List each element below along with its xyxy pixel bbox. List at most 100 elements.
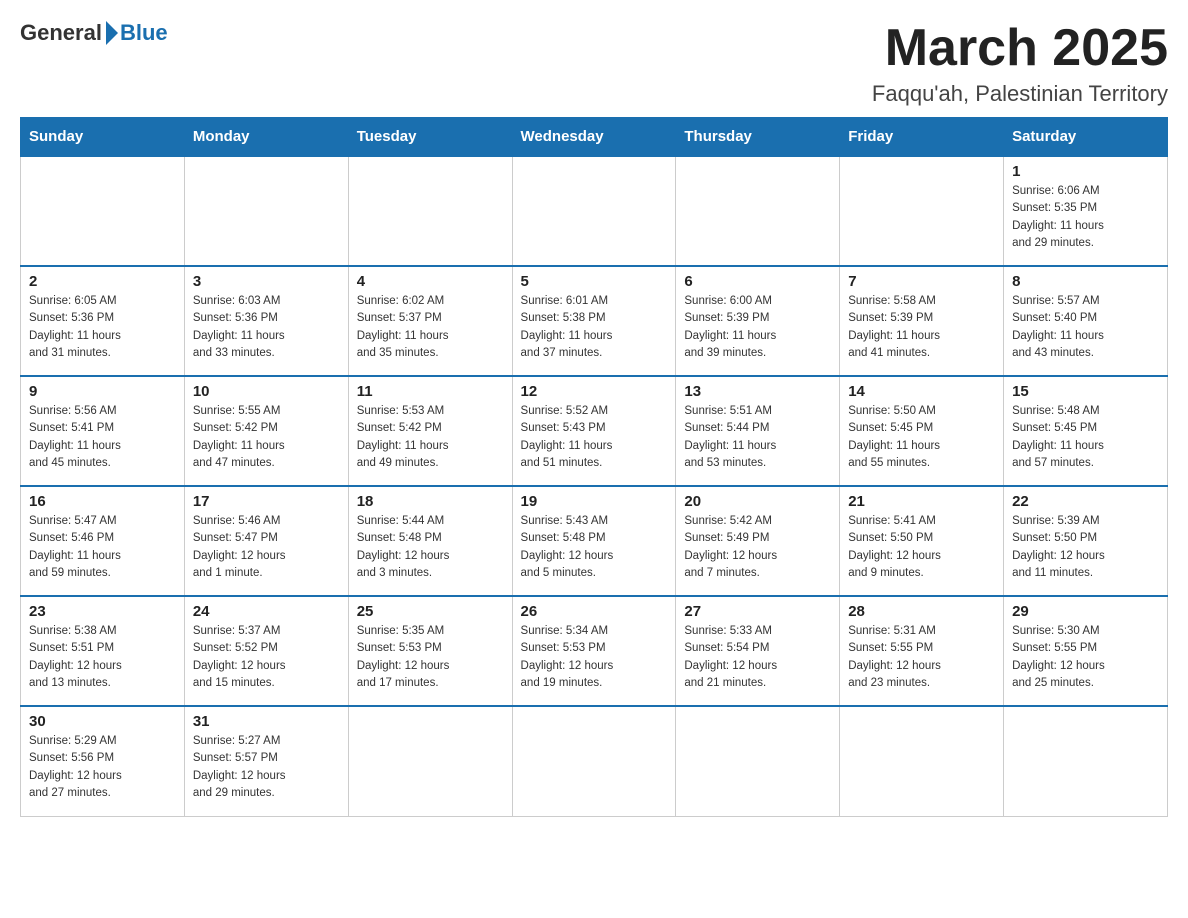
day-number: 13 [684, 383, 831, 400]
day-number: 28 [848, 603, 995, 620]
calendar-cell: 9Sunrise: 5:56 AM Sunset: 5:41 PM Daylig… [21, 376, 185, 486]
day-info: Sunrise: 6:00 AM Sunset: 5:39 PM Dayligh… [684, 293, 831, 362]
day-number: 25 [357, 603, 504, 620]
day-number: 8 [1012, 273, 1159, 290]
day-info: Sunrise: 5:42 AM Sunset: 5:49 PM Dayligh… [684, 513, 831, 582]
calendar-week-row: 30Sunrise: 5:29 AM Sunset: 5:56 PM Dayli… [21, 706, 1168, 816]
calendar-cell: 25Sunrise: 5:35 AM Sunset: 5:53 PM Dayli… [348, 596, 512, 706]
day-info: Sunrise: 6:06 AM Sunset: 5:35 PM Dayligh… [1012, 183, 1159, 252]
day-info: Sunrise: 5:44 AM Sunset: 5:48 PM Dayligh… [357, 513, 504, 582]
day-number: 31 [193, 713, 340, 730]
calendar-cell [676, 156, 840, 266]
day-number: 3 [193, 273, 340, 290]
calendar-cell [21, 156, 185, 266]
day-info: Sunrise: 5:39 AM Sunset: 5:50 PM Dayligh… [1012, 513, 1159, 582]
day-number: 17 [193, 493, 340, 510]
day-info: Sunrise: 5:34 AM Sunset: 5:53 PM Dayligh… [521, 623, 668, 692]
day-number: 30 [29, 713, 176, 730]
calendar-cell: 24Sunrise: 5:37 AM Sunset: 5:52 PM Dayli… [184, 596, 348, 706]
day-info: Sunrise: 6:01 AM Sunset: 5:38 PM Dayligh… [521, 293, 668, 362]
logo-blue-text: Blue [120, 20, 168, 46]
day-info: Sunrise: 5:41 AM Sunset: 5:50 PM Dayligh… [848, 513, 995, 582]
day-info: Sunrise: 5:55 AM Sunset: 5:42 PM Dayligh… [193, 403, 340, 472]
calendar-cell [512, 706, 676, 816]
calendar-cell: 18 Sunrise: 5:44 AM Sunset: 5:48 PM Dayli… [348, 486, 512, 596]
day-info: Sunrise: 5:38 AM Sunset: 5:51 PM Dayligh… [29, 623, 176, 692]
day-number: 21 [848, 493, 995, 510]
day-info: Sunrise: 5:51 AM Sunset: 5:44 PM Dayligh… [684, 403, 831, 472]
weekday-header-friday: Friday [840, 118, 1004, 157]
calendar-cell [184, 156, 348, 266]
calendar-cell: 5 Sunrise: 6:01 AM Sunset: 5:38 PM Daylig… [512, 266, 676, 376]
day-info: Sunrise: 5:50 AM Sunset: 5:45 PM Dayligh… [848, 403, 995, 472]
calendar-table: SundayMondayTuesdayWednesdayThursdayFrid… [20, 117, 1168, 817]
calendar-cell [348, 706, 512, 816]
calendar-cell: 27 Sunrise: 5:33 AM Sunset: 5:54 PM Dayli… [676, 596, 840, 706]
calendar-cell: 26Sunrise: 5:34 AM Sunset: 5:53 PM Dayli… [512, 596, 676, 706]
calendar-cell: 1Sunrise: 6:06 AM Sunset: 5:35 PM Daylig… [1004, 156, 1168, 266]
calendar-cell: 21 Sunrise: 5:41 AM Sunset: 5:50 PM Dayli… [840, 486, 1004, 596]
day-number: 4 [357, 273, 504, 290]
calendar-cell: 29 Sunrise: 5:30 AM Sunset: 5:55 PM Dayli… [1004, 596, 1168, 706]
day-info: Sunrise: 5:47 AM Sunset: 5:46 PM Dayligh… [29, 513, 176, 582]
day-number: 27 [684, 603, 831, 620]
day-info: Sunrise: 6:03 AM Sunset: 5:36 PM Dayligh… [193, 293, 340, 362]
calendar-cell: 30Sunrise: 5:29 AM Sunset: 5:56 PM Dayli… [21, 706, 185, 816]
day-info: Sunrise: 5:33 AM Sunset: 5:54 PM Dayligh… [684, 623, 831, 692]
calendar-cell: 28 Sunrise: 5:31 AM Sunset: 5:55 PM Dayli… [840, 596, 1004, 706]
weekday-header-tuesday: Tuesday [348, 118, 512, 157]
weekday-header-saturday: Saturday [1004, 118, 1168, 157]
day-info: Sunrise: 6:05 AM Sunset: 5:36 PM Dayligh… [29, 293, 176, 362]
day-number: 12 [521, 383, 668, 400]
weekday-header-monday: Monday [184, 118, 348, 157]
calendar-cell: 3 Sunrise: 6:03 AM Sunset: 5:36 PM Daylig… [184, 266, 348, 376]
calendar-cell [512, 156, 676, 266]
day-info: Sunrise: 5:52 AM Sunset: 5:43 PM Dayligh… [521, 403, 668, 472]
day-number: 5 [521, 273, 668, 290]
calendar-cell: 31 Sunrise: 5:27 AM Sunset: 5:57 PM Dayli… [184, 706, 348, 816]
day-info: Sunrise: 5:46 AM Sunset: 5:47 PM Dayligh… [193, 513, 340, 582]
calendar-cell: 19 Sunrise: 5:43 AM Sunset: 5:48 PM Dayli… [512, 486, 676, 596]
calendar-cell: 16 Sunrise: 5:47 AM Sunset: 5:46 PM Dayli… [21, 486, 185, 596]
calendar-cell: 11Sunrise: 5:53 AM Sunset: 5:42 PM Dayli… [348, 376, 512, 486]
calendar-cell: 23 Sunrise: 5:38 AM Sunset: 5:51 PM Dayli… [21, 596, 185, 706]
calendar-week-row: 1Sunrise: 6:06 AM Sunset: 5:35 PM Daylig… [21, 156, 1168, 266]
day-number: 16 [29, 493, 176, 510]
day-number: 14 [848, 383, 995, 400]
day-number: 19 [521, 493, 668, 510]
day-number: 15 [1012, 383, 1159, 400]
day-number: 6 [684, 273, 831, 290]
calendar-cell [840, 156, 1004, 266]
day-number: 29 [1012, 603, 1159, 620]
calendar-cell: 8 Sunrise: 5:57 AM Sunset: 5:40 PM Daylig… [1004, 266, 1168, 376]
calendar-cell: 14 Sunrise: 5:50 AM Sunset: 5:45 PM Dayli… [840, 376, 1004, 486]
day-number: 2 [29, 273, 176, 290]
location-title: Faqqu'ah, Palestinian Territory [872, 81, 1168, 107]
day-number: 18 [357, 493, 504, 510]
day-number: 9 [29, 383, 176, 400]
calendar-cell: 10 Sunrise: 5:55 AM Sunset: 5:42 PM Dayli… [184, 376, 348, 486]
month-title: March 2025 [872, 20, 1168, 77]
day-info: Sunrise: 5:58 AM Sunset: 5:39 PM Dayligh… [848, 293, 995, 362]
logo-general-text: General [20, 20, 102, 46]
day-info: Sunrise: 5:37 AM Sunset: 5:52 PM Dayligh… [193, 623, 340, 692]
page-header: General Blue March 2025 Faqqu'ah, Palest… [20, 20, 1168, 107]
calendar-cell: 12 Sunrise: 5:52 AM Sunset: 5:43 PM Dayli… [512, 376, 676, 486]
calendar-cell: 15 Sunrise: 5:48 AM Sunset: 5:45 PM Dayli… [1004, 376, 1168, 486]
calendar-cell: 4Sunrise: 6:02 AM Sunset: 5:37 PM Daylig… [348, 266, 512, 376]
day-info: Sunrise: 5:43 AM Sunset: 5:48 PM Dayligh… [521, 513, 668, 582]
day-info: Sunrise: 5:57 AM Sunset: 5:40 PM Dayligh… [1012, 293, 1159, 362]
day-number: 20 [684, 493, 831, 510]
calendar-header-row: SundayMondayTuesdayWednesdayThursdayFrid… [21, 118, 1168, 157]
calendar-cell [1004, 706, 1168, 816]
day-number: 23 [29, 603, 176, 620]
day-info: Sunrise: 5:27 AM Sunset: 5:57 PM Dayligh… [193, 733, 340, 802]
calendar-cell [676, 706, 840, 816]
calendar-cell [840, 706, 1004, 816]
day-info: Sunrise: 5:48 AM Sunset: 5:45 PM Dayligh… [1012, 403, 1159, 472]
day-info: Sunrise: 5:30 AM Sunset: 5:55 PM Dayligh… [1012, 623, 1159, 692]
calendar-cell: 7Sunrise: 5:58 AM Sunset: 5:39 PM Daylig… [840, 266, 1004, 376]
day-number: 10 [193, 383, 340, 400]
day-info: Sunrise: 5:31 AM Sunset: 5:55 PM Dayligh… [848, 623, 995, 692]
calendar-week-row: 2 Sunrise: 6:05 AM Sunset: 5:36 PM Daylig… [21, 266, 1168, 376]
